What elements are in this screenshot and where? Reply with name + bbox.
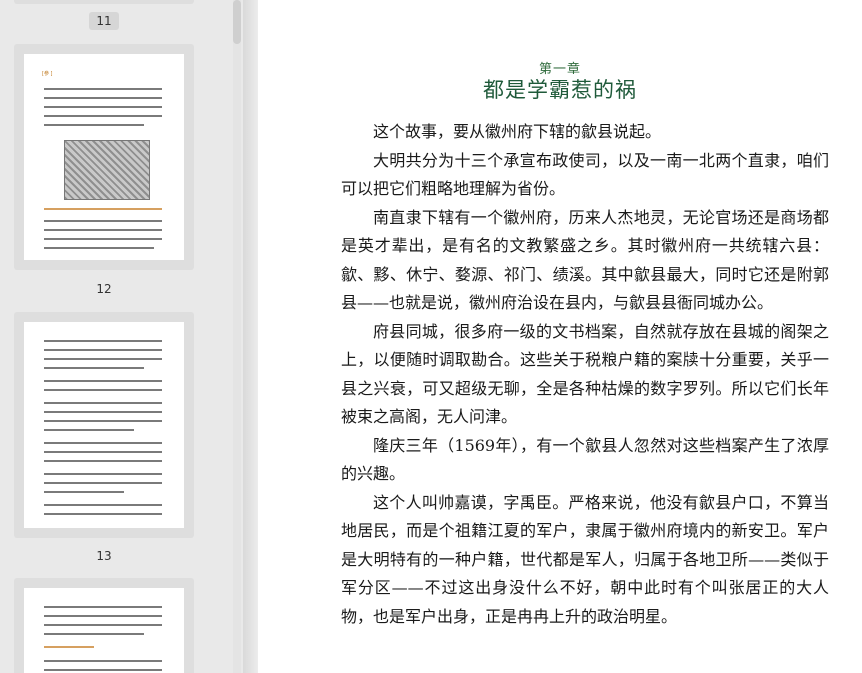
body-text: 这个故事，要从徽州府下辖的歙县说起。 大明共分为十三个承宣布政使司，以及一南一北…: [341, 118, 829, 631]
sidebar-scrollbar-track[interactable]: [233, 0, 241, 673]
page-number-13: 13: [96, 549, 112, 563]
paragraph: 大明共分为十三个承宣布政使司，以及一南一北两个直隶，咱们可以把它们粗略地理解为省…: [341, 150, 829, 199]
thumbnail-sidebar: 11 [参 ] 12 13: [0, 0, 243, 673]
page-number-12: 12: [96, 282, 112, 296]
chapter-title: 都是学霸惹的祸: [483, 78, 637, 102]
paragraph: 这个人叫帅嘉谟，字禹臣。严格来说，他没有歙县户口，不算当地居民，而是个祖籍江夏的…: [341, 492, 829, 626]
thumbnail-page: [24, 588, 184, 673]
panel-divider[interactable]: [243, 0, 258, 673]
document-page: 第一章 都是学霸惹的祸 这个故事，要从徽州府下辖的歙县说起。 大明共分为十三个承…: [258, 0, 862, 673]
thumbnail-page: [24, 322, 184, 528]
sidebar-scrollbar-thumb[interactable]: [233, 0, 241, 44]
page-thumbnail-14[interactable]: [14, 578, 194, 673]
paragraph: 隆庆三年（1569年），有一个歙县人忽然对这些档案产生了浓厚的兴趣。: [341, 435, 829, 484]
paragraph: 南直隶下辖有一个徽州府，历来人杰地灵，无论官场还是商场都是英才辈出，是有名的文教…: [341, 207, 829, 313]
page-thumbnail-12[interactable]: [参 ]: [14, 44, 194, 270]
thumbnail-page: [参 ]: [24, 54, 184, 260]
thumbnail-tag: [参 ]: [42, 71, 53, 77]
page-thumbnail-13[interactable]: [14, 312, 194, 538]
paragraph: 这个故事，要从徽州府下辖的歙县说起。: [373, 122, 662, 141]
page-number-11: 11: [0, 12, 208, 30]
thumbnail-illustration: [64, 140, 150, 200]
paragraph: 府县同城，很多府一级的文书档案，自然就存放在县城的阁架之上，以便随时调取勘合。这…: [341, 321, 829, 427]
page-thumbnail-11[interactable]: [14, 0, 194, 4]
